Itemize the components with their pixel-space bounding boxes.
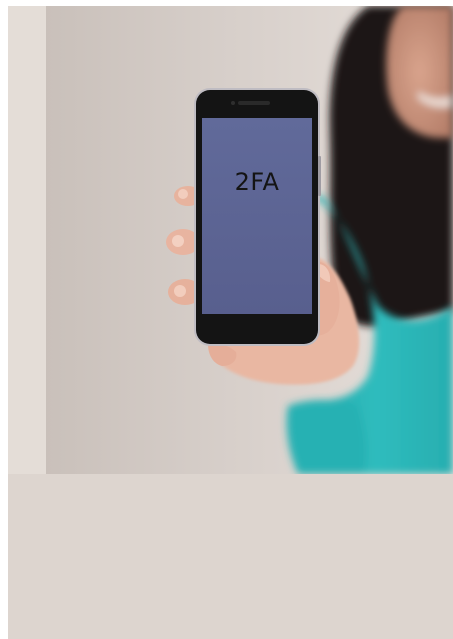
phone-speaker: [238, 101, 270, 105]
image-frame: 2FA: [8, 6, 453, 639]
photo-illustration: [8, 6, 453, 474]
phone-screen: [202, 118, 312, 314]
empty-panel: [8, 474, 453, 639]
phone-camera: [231, 101, 235, 105]
phone: [194, 88, 321, 346]
wall-left-edge: [8, 6, 46, 474]
phone-screen-text: 2FA: [234, 168, 280, 196]
photo: 2FA: [8, 6, 453, 474]
